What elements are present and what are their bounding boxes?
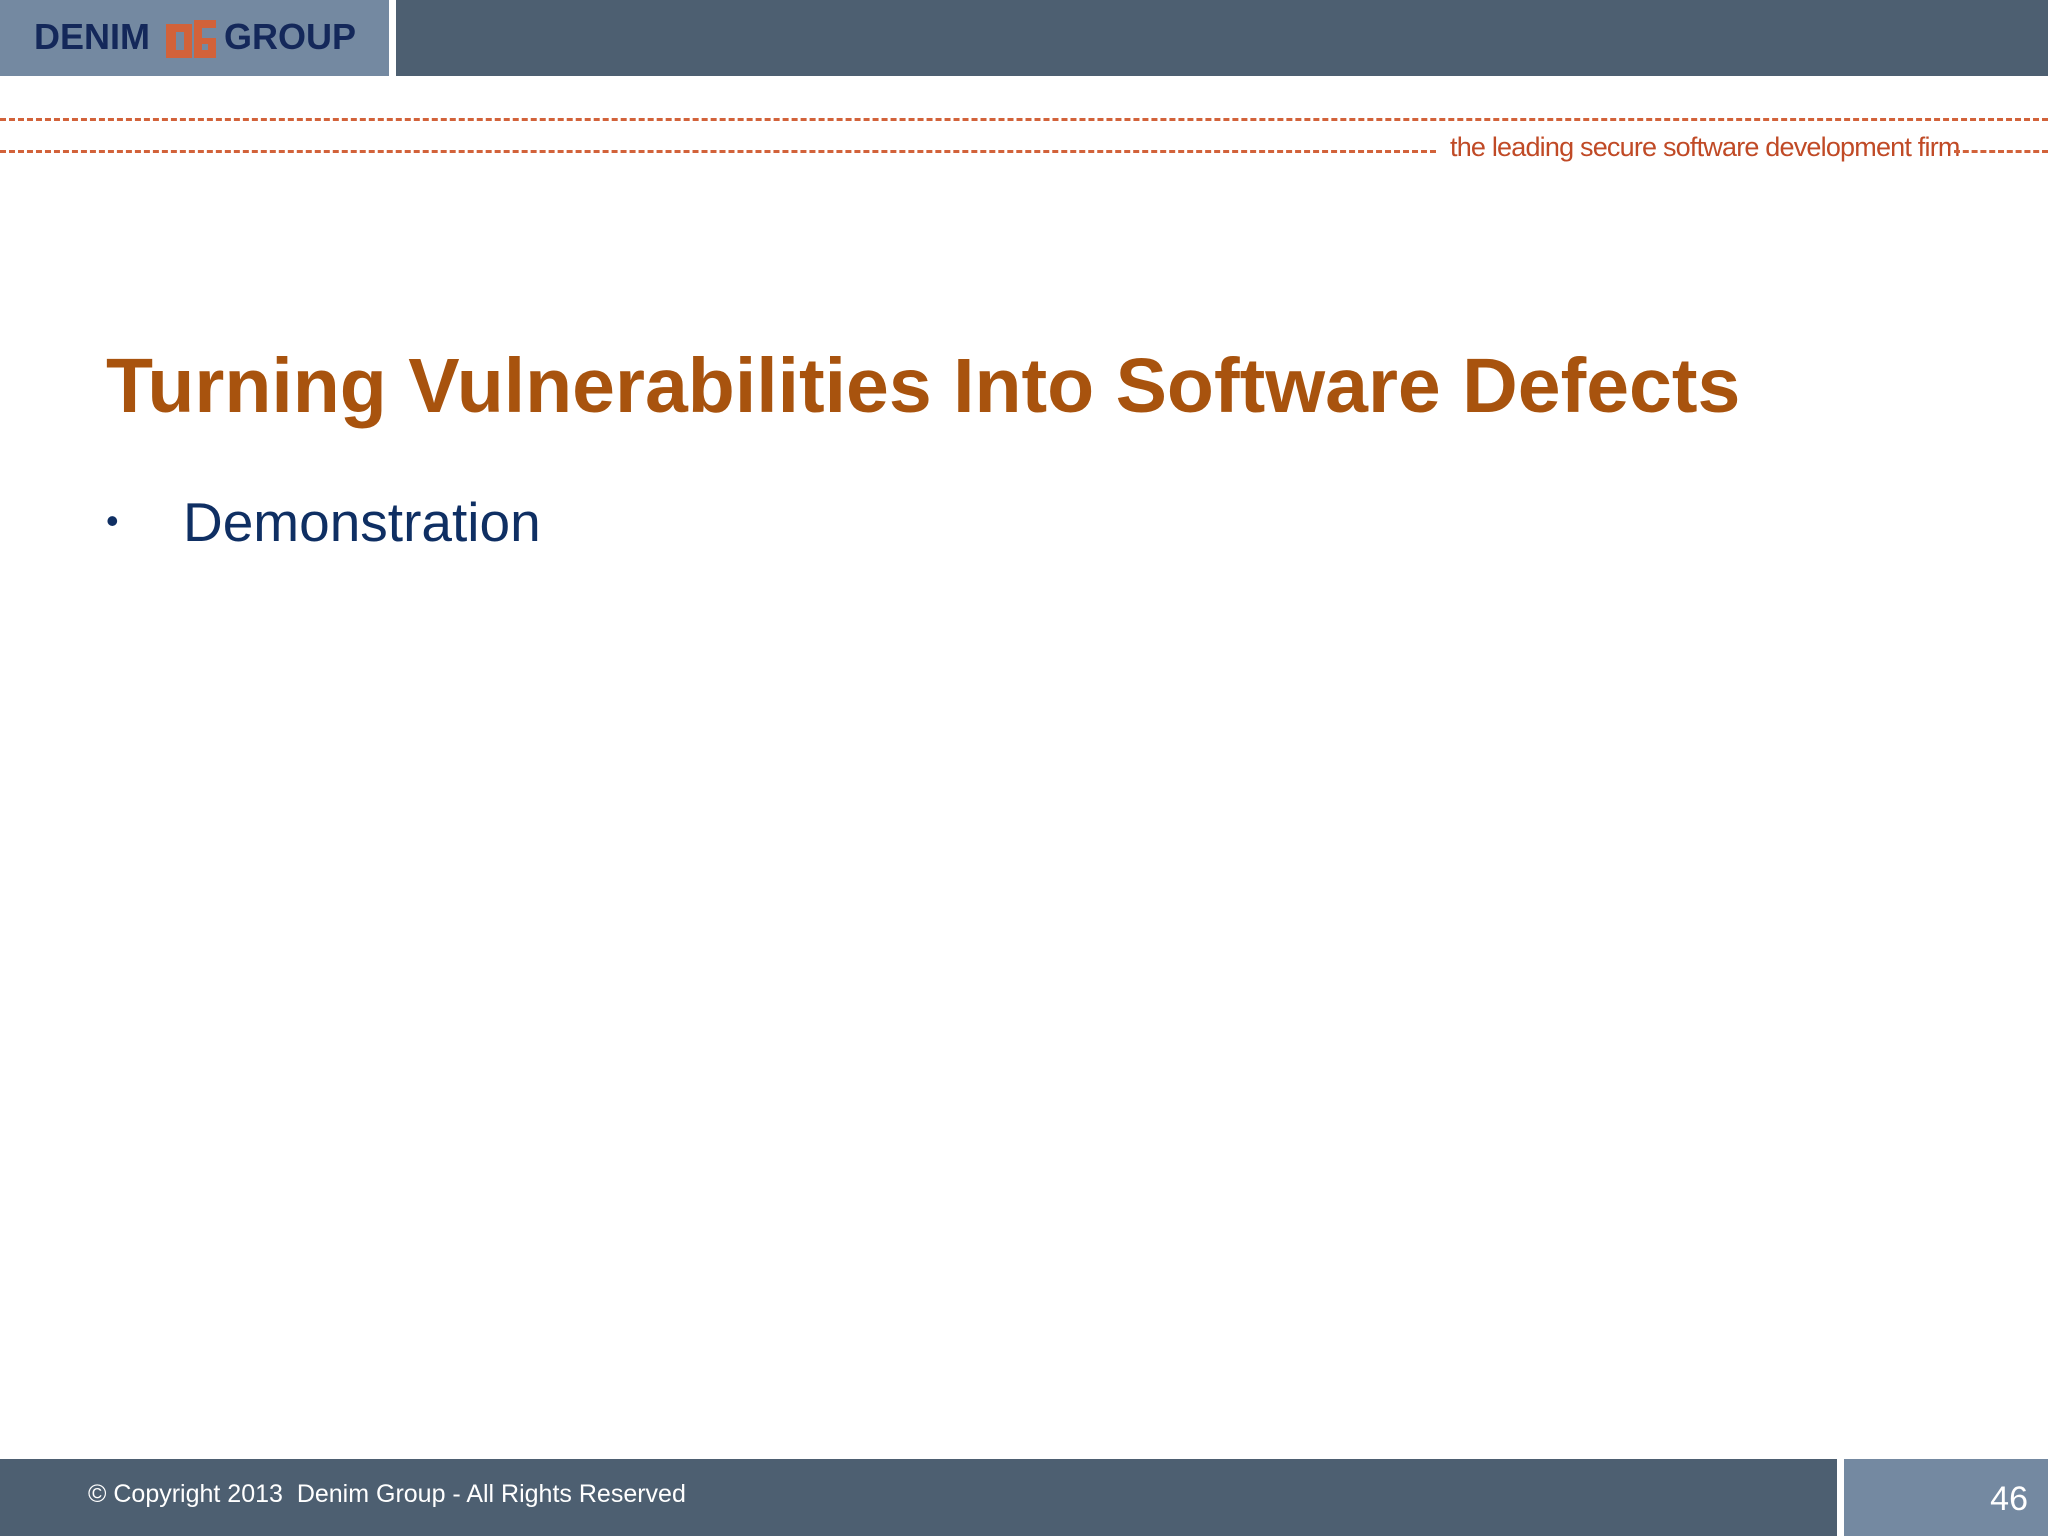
bullet-text: Demonstration	[183, 491, 541, 553]
bullet-dot-icon: •	[106, 500, 119, 541]
dashed-divider-top	[0, 118, 2048, 121]
copyright-text: © Copyright 2013 Denim Group - All Right…	[88, 1480, 686, 1508]
logo-box: DENIM GROUP	[0, 0, 396, 76]
tagline: the leading secure software development …	[1450, 132, 1960, 162]
page-number: 46	[1990, 1480, 2028, 1518]
dg-monogram-icon	[166, 20, 216, 58]
slide: DENIM GROUP the leading secure software …	[0, 0, 2048, 1536]
denim-group-logo: DENIM GROUP	[34, 14, 364, 64]
logo-right-text: GROUP	[224, 16, 357, 57]
slide-title: Turning Vulnerabilities Into Software De…	[106, 343, 1741, 429]
dashed-divider-bottom-right	[1954, 150, 2048, 153]
logo-left-text: DENIM	[34, 16, 150, 57]
dashed-divider-bottom-left	[0, 150, 1436, 153]
